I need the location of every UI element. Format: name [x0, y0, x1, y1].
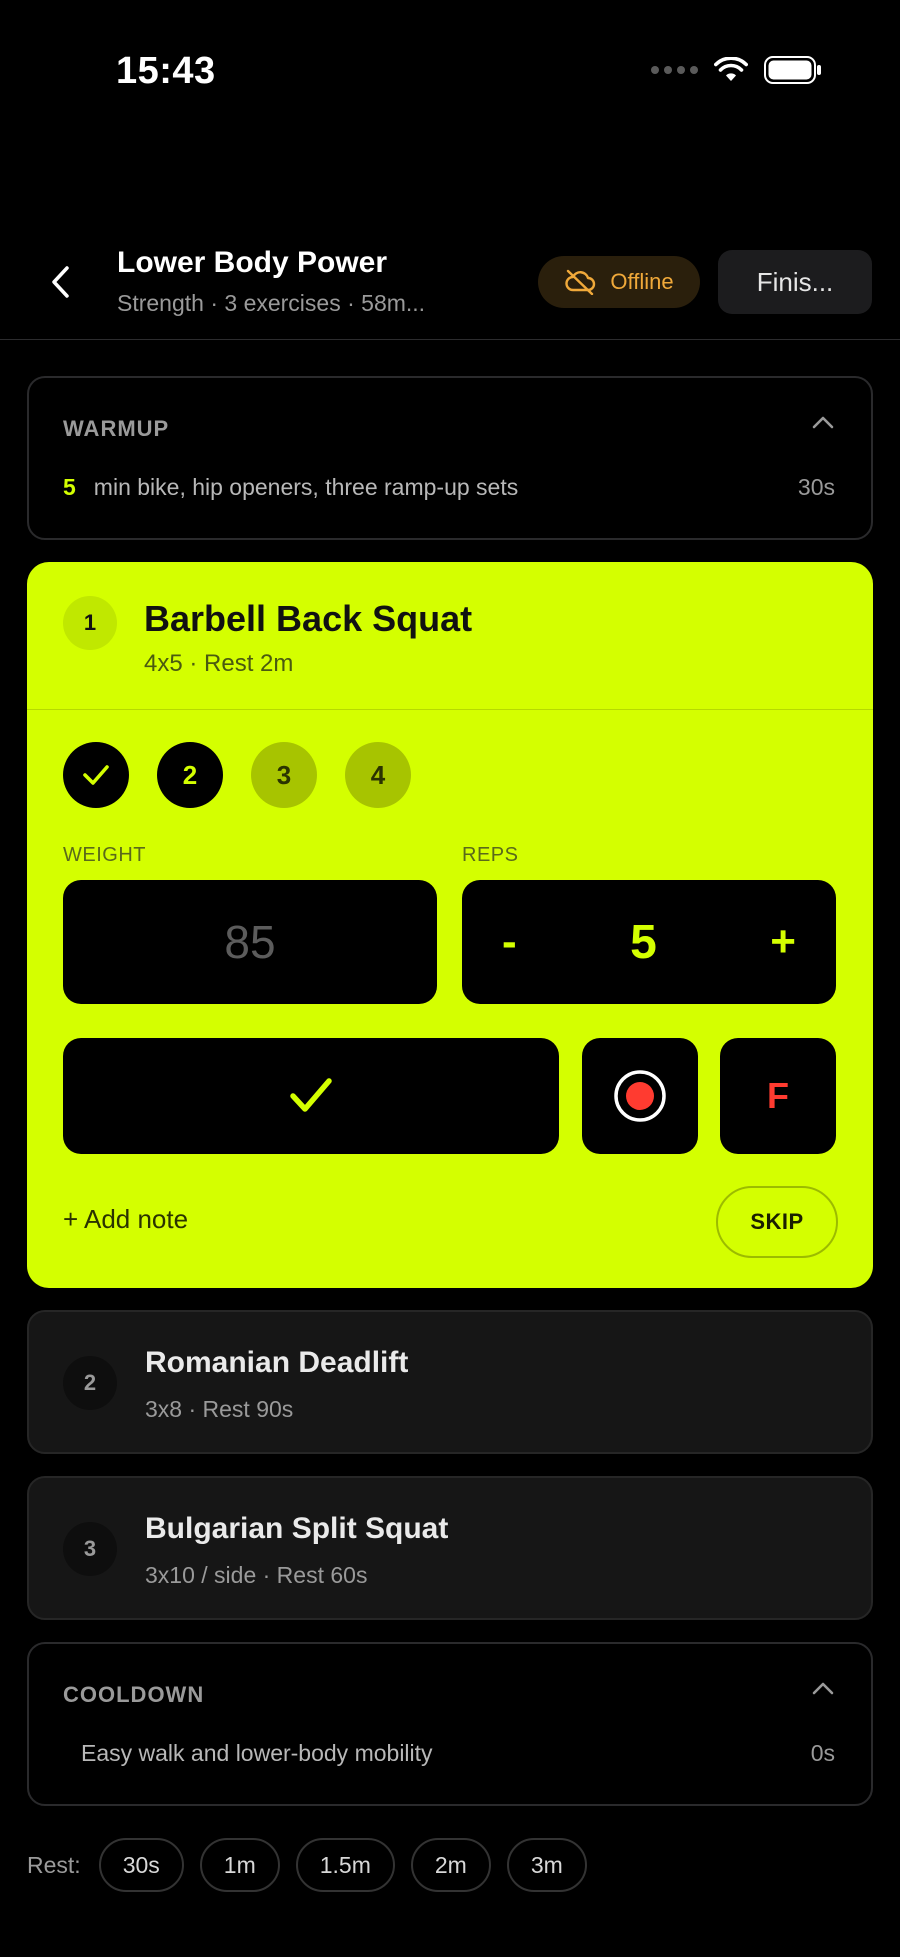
warmup-heading: WARMUP — [63, 416, 170, 441]
set-3[interactable]: 3 — [251, 742, 317, 808]
set-4[interactable]: 4 — [345, 742, 411, 808]
chevron-up-icon — [812, 1682, 834, 1695]
weight-input[interactable]: 85 — [63, 880, 437, 1004]
workout-header: Lower Body Power Strength · 3 exercises … — [0, 240, 900, 340]
exercise-title: Barbell Back Squat — [144, 598, 473, 639]
exercise-card[interactable]: 2 Romanian Deadlift 3x8 · Rest 90s — [27, 1310, 873, 1454]
warmup-collapse-toggle[interactable] — [811, 414, 835, 435]
exercise-title: Bulgarian Split Squat — [145, 1512, 449, 1545]
reps-stepper: - 5 + — [462, 880, 836, 1004]
workout-title: Lower Body Power — [117, 246, 388, 279]
divider — [27, 709, 873, 710]
check-icon — [83, 765, 109, 785]
set-selector: 2 3 4 — [63, 742, 411, 808]
cellular-signal-icon — [651, 66, 698, 74]
cloud-off-icon — [565, 269, 596, 295]
fail-set-button[interactable]: F — [720, 1038, 836, 1154]
set-1-done[interactable] — [63, 742, 129, 808]
rest-presets: Rest: 30s 1m 1.5m 2m 3m — [27, 1838, 587, 1892]
cooldown-section: COOLDOWN Easy walk and lower-body mobili… — [27, 1642, 873, 1806]
reps-increment-button[interactable]: + — [770, 917, 796, 967]
exercise-card[interactable]: 3 Bulgarian Split Squat 3x10 / side · Re… — [27, 1476, 873, 1620]
status-icons — [651, 56, 822, 84]
add-note-link[interactable]: + Add note — [63, 1204, 188, 1235]
rest-option-1-5m[interactable]: 1.5m — [295, 1838, 395, 1892]
reps-decrement-button[interactable]: - — [502, 917, 517, 967]
warmup-text: min bike, hip openers, three ramp-up set… — [93, 474, 519, 500]
rest-option-1m[interactable]: 1m — [199, 1838, 280, 1892]
active-exercise-card: 1 Barbell Back Squat 4x5 · Rest 2m 2 3 4… — [27, 562, 873, 1288]
record-icon — [614, 1070, 666, 1122]
battery-icon — [764, 56, 821, 84]
chevron-up-icon — [812, 416, 834, 429]
record-button[interactable] — [582, 1038, 698, 1154]
skip-button[interactable]: SKIP — [716, 1186, 838, 1258]
warmup-number: 5 — [63, 474, 76, 500]
workout-subtitle: Strength · 3 exercises · 58m... — [117, 290, 426, 316]
cooldown-item: Easy walk and lower-body mobility 0s — [81, 1740, 835, 1767]
rest-option-2m[interactable]: 2m — [410, 1838, 491, 1892]
warmup-section: WARMUP 5 min bike, hip openers, three ra… — [27, 376, 873, 540]
check-icon — [290, 1078, 332, 1112]
exercise-index-badge: 1 — [63, 596, 117, 650]
weight-label: WEIGHT — [63, 844, 146, 866]
reps-label: REPS — [462, 844, 519, 866]
wifi-icon — [714, 57, 748, 81]
offline-status-pill[interactable]: Offline — [538, 256, 700, 308]
exercise-subtitle: 3x8 · Rest 90s — [145, 1396, 294, 1422]
complete-set-button[interactable] — [63, 1038, 559, 1154]
exercise-title: Romanian Deadlift — [145, 1346, 409, 1379]
chevron-left-icon — [52, 266, 69, 298]
finish-button[interactable]: Finis... — [718, 250, 872, 314]
status-bar: 15:43 — [0, 0, 900, 150]
set-2-current[interactable]: 2 — [157, 742, 223, 808]
cooldown-heading: COOLDOWN — [63, 1682, 205, 1707]
warmup-duration: 30s — [797, 474, 835, 500]
rest-option-3m[interactable]: 3m — [506, 1838, 587, 1892]
warmup-item: 5 min bike, hip openers, three ramp-up s… — [63, 474, 835, 501]
rest-option-30s[interactable]: 30s — [98, 1838, 184, 1892]
exercise-index-badge: 2 — [63, 1356, 117, 1410]
cooldown-collapse-toggle[interactable] — [811, 1680, 835, 1701]
cooldown-duration: 0s — [810, 1740, 835, 1766]
exercise-subtitle: 3x10 / side · Rest 60s — [145, 1562, 368, 1588]
offline-label: Offline — [610, 269, 674, 294]
back-button[interactable] — [40, 262, 80, 302]
rest-label: Rest: — [27, 1851, 81, 1878]
status-time: 15:43 — [116, 50, 216, 92]
exercise-subtitle: 4x5 · Rest 2m — [144, 650, 294, 677]
cooldown-text: Easy walk and lower-body mobility — [81, 1740, 433, 1766]
exercise-index-badge: 3 — [63, 1522, 117, 1576]
reps-value: 5 — [630, 915, 657, 969]
